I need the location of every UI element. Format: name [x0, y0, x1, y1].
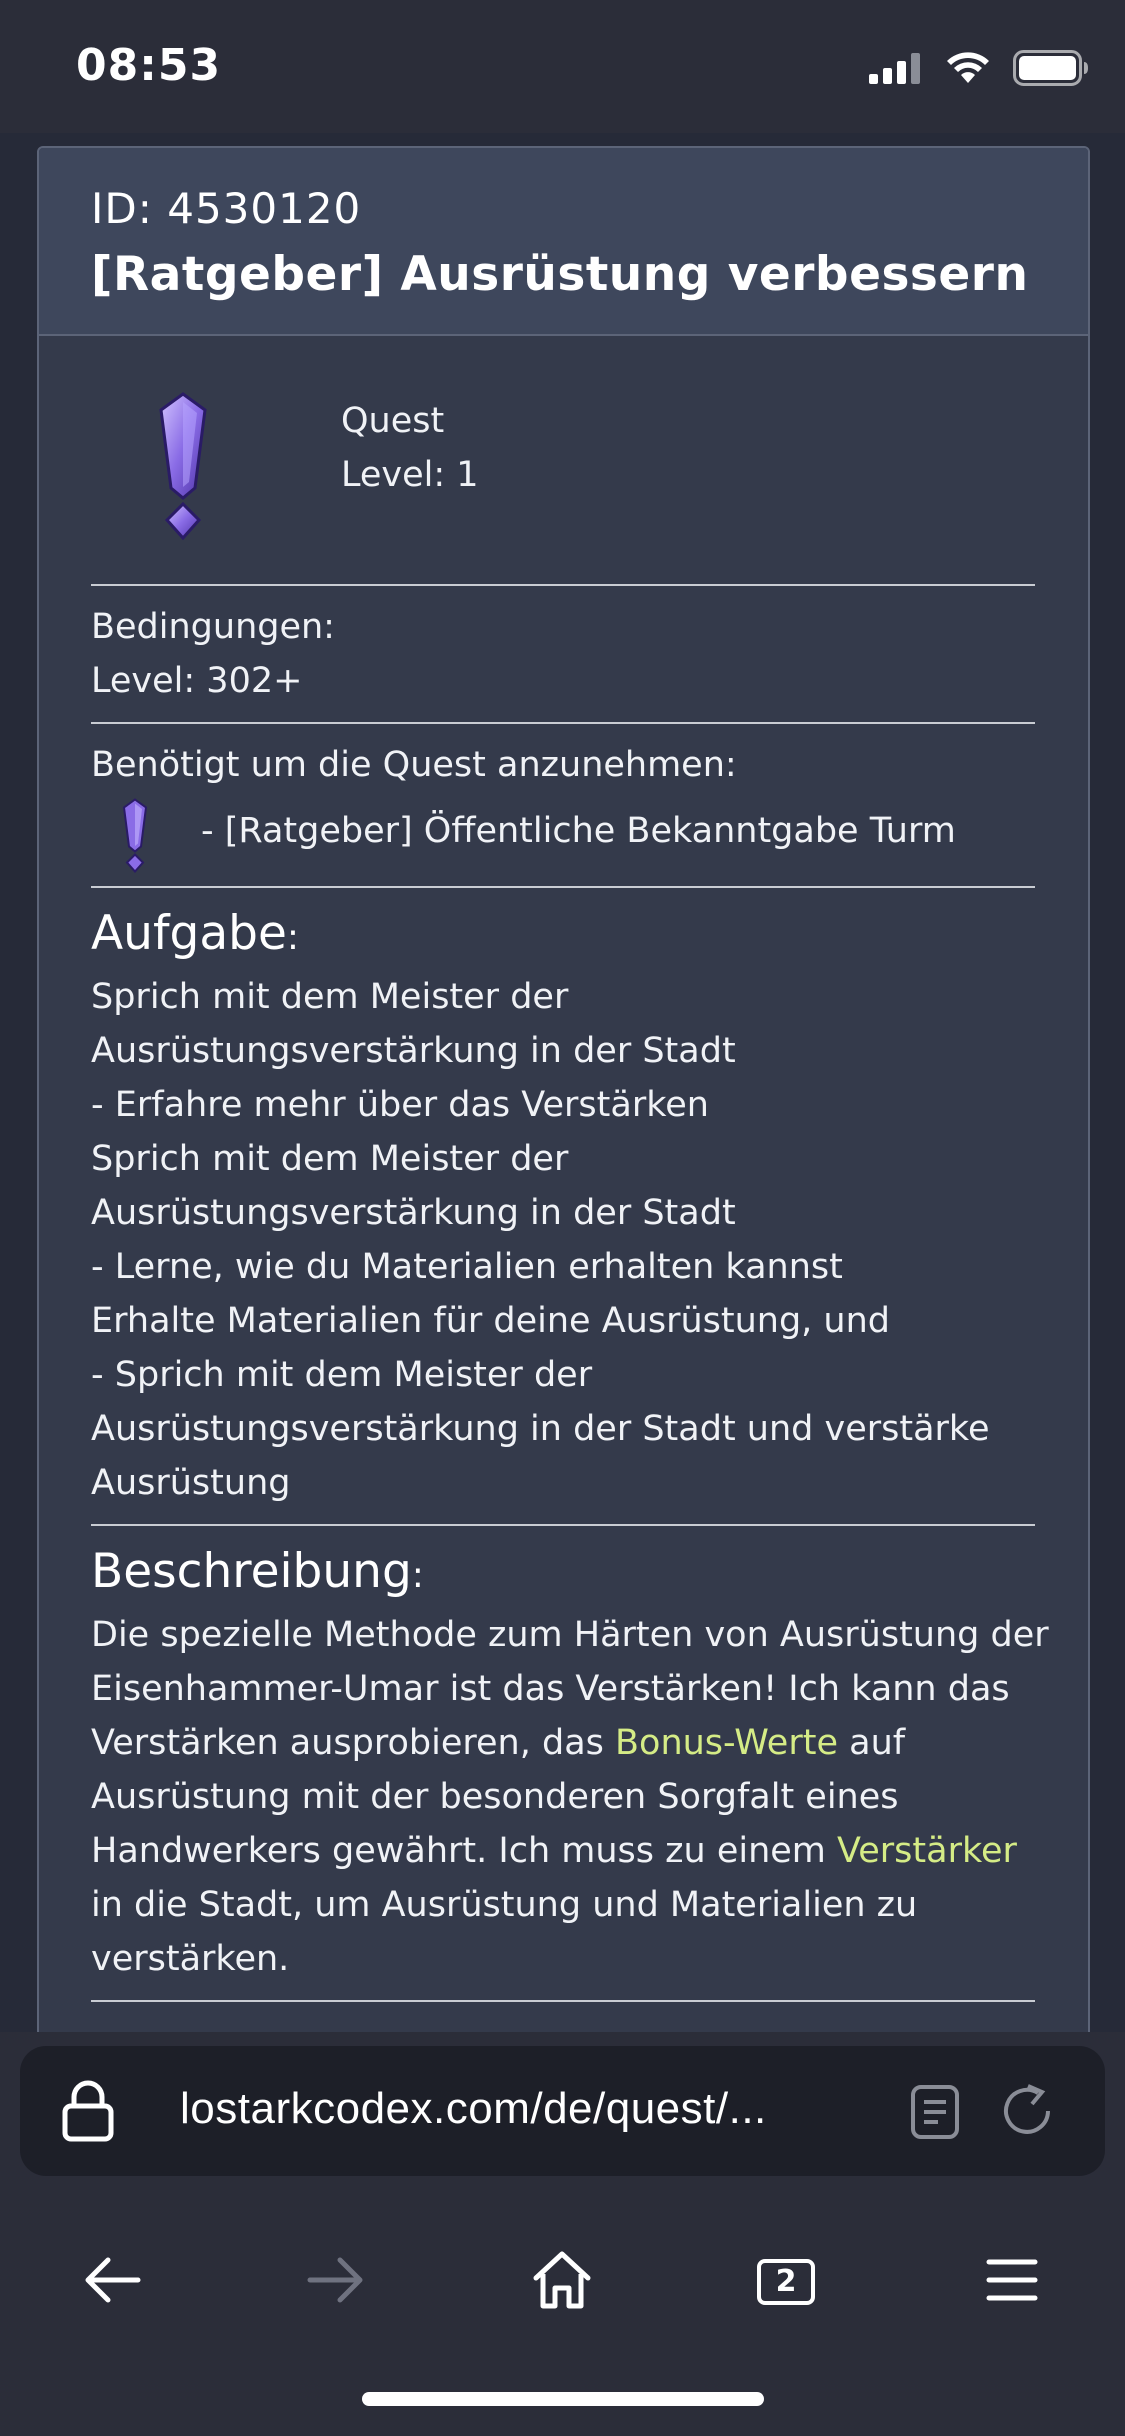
requirement-label: Benötigt um die Quest anzunehmen:	[91, 745, 737, 785]
back-button[interactable]	[62, 2232, 162, 2332]
task-line: Ausrüstungsverstärkung in der Stadt	[91, 1193, 736, 1233]
task-line: Ausrüstungsverstärkung in der Stadt	[91, 1031, 736, 1071]
status-time: 08:53	[76, 40, 222, 91]
quest-exclamation-icon	[121, 798, 149, 890]
forward-arrow-icon	[306, 2256, 366, 2308]
requirement-item[interactable]: - [Ratgeber] Öffentliche Bekanntgabe Tur…	[91, 792, 1058, 882]
description-heading-colon: :	[411, 1555, 424, 1596]
tabs-count: 2	[775, 2264, 797, 2299]
menu-button[interactable]	[962, 2232, 1062, 2332]
battery-icon	[1013, 50, 1089, 90]
home-icon	[532, 2250, 592, 2314]
task-heading-text: Aufgabe	[91, 906, 287, 961]
url-text[interactable]: lostarkcodex.com/de/quest/...	[180, 2084, 767, 2134]
tabs-button[interactable]: 2	[736, 2232, 836, 2332]
task-line: Sprich mit dem Meister der	[91, 977, 569, 1017]
divider	[91, 2000, 1035, 2002]
divider	[91, 886, 1035, 888]
conditions-section: Bedingungen: Level: 302+	[91, 586, 1058, 722]
task-line: Sprich mit dem Meister der	[91, 1139, 569, 1179]
description-text: Die spezielle Methode zum Härten von Aus…	[91, 1608, 1051, 2000]
conditions-level: Level: 302+	[91, 661, 303, 701]
quest-type: Quest	[341, 401, 445, 441]
task-line: Erhalte Materialien für deine Ausrüstung…	[91, 1301, 891, 1341]
quest-meta: Quest Level: 1	[341, 394, 479, 502]
home-indicator[interactable]	[362, 2392, 764, 2406]
quest-overview: Quest Level: 1	[91, 336, 1058, 584]
reload-icon[interactable]	[998, 2082, 1056, 2144]
task-line: - Lerne, wie du Materialien erhalten kan…	[91, 1247, 843, 1287]
requirement-section: Benötigt um die Quest anzunehmen: - [Rat…	[91, 724, 1058, 886]
menu-icon	[986, 2258, 1038, 2306]
lock-icon	[62, 2080, 114, 2146]
task-heading: Aufgabe:	[91, 902, 1058, 970]
quest-exclamation-icon	[155, 392, 211, 546]
task-lines: Sprich mit dem Meister der Ausrüstungsve…	[91, 970, 1058, 1524]
requirement-quest-link[interactable]: - [Ratgeber] Öffentliche Bekanntgabe Tur…	[201, 804, 956, 858]
task-line: Ausrüstung	[91, 1463, 291, 1503]
reader-icon[interactable]	[910, 2084, 960, 2144]
divider	[91, 1524, 1035, 1526]
home-button[interactable]	[512, 2232, 612, 2332]
description-heading-text: Beschreibung	[91, 1544, 412, 1599]
description-section: Beschreibung: Die spezielle Methode zum …	[91, 1540, 1058, 2000]
task-line: - Sprich mit dem Meister der	[91, 1355, 593, 1395]
card-header: ID: 4530120 [Ratgeber] Ausrüstung verbes…	[39, 148, 1088, 336]
quest-title: [Ratgeber] Ausrüstung verbessern	[91, 247, 1029, 302]
description-heading: Beschreibung:	[91, 1540, 1058, 1608]
wifi-icon	[945, 51, 991, 89]
quest-id: ID: 4530120	[91, 184, 362, 233]
browser-nav: 2	[0, 2232, 1125, 2332]
address-bar[interactable]: lostarkcodex.com/de/quest/...	[20, 2046, 1105, 2176]
description-highlight: Verstärker	[837, 1831, 1017, 1871]
card-body: Quest Level: 1 Bedingungen: Level: 302+ …	[39, 336, 1088, 2002]
signal-icon	[869, 52, 923, 88]
description-part: in die Stadt, um Ausrüstung und Material…	[91, 1885, 918, 1979]
task-section: Aufgabe: Sprich mit dem Meister der Ausr…	[91, 902, 1058, 1524]
task-line: Ausrüstungsverstärkung in der Stadt und …	[91, 1409, 990, 1449]
conditions-label: Bedingungen:	[91, 607, 335, 647]
quest-card: ID: 4530120 [Ratgeber] Ausrüstung verbes…	[37, 146, 1090, 2050]
forward-button[interactable]	[286, 2232, 386, 2332]
browser-toolbar: lostarkcodex.com/de/quest/... 2	[0, 2032, 1125, 2436]
task-line: - Erfahre mehr über das Verstärken	[91, 1085, 709, 1125]
tabs-icon: 2	[756, 2258, 816, 2306]
description-highlight: Bonus-Werte	[615, 1723, 838, 1763]
quest-level: Level: 1	[341, 455, 479, 495]
back-arrow-icon	[82, 2256, 142, 2308]
task-heading-colon: :	[286, 917, 300, 958]
status-bar: 08:53	[0, 0, 1125, 133]
status-icons	[869, 50, 1089, 90]
